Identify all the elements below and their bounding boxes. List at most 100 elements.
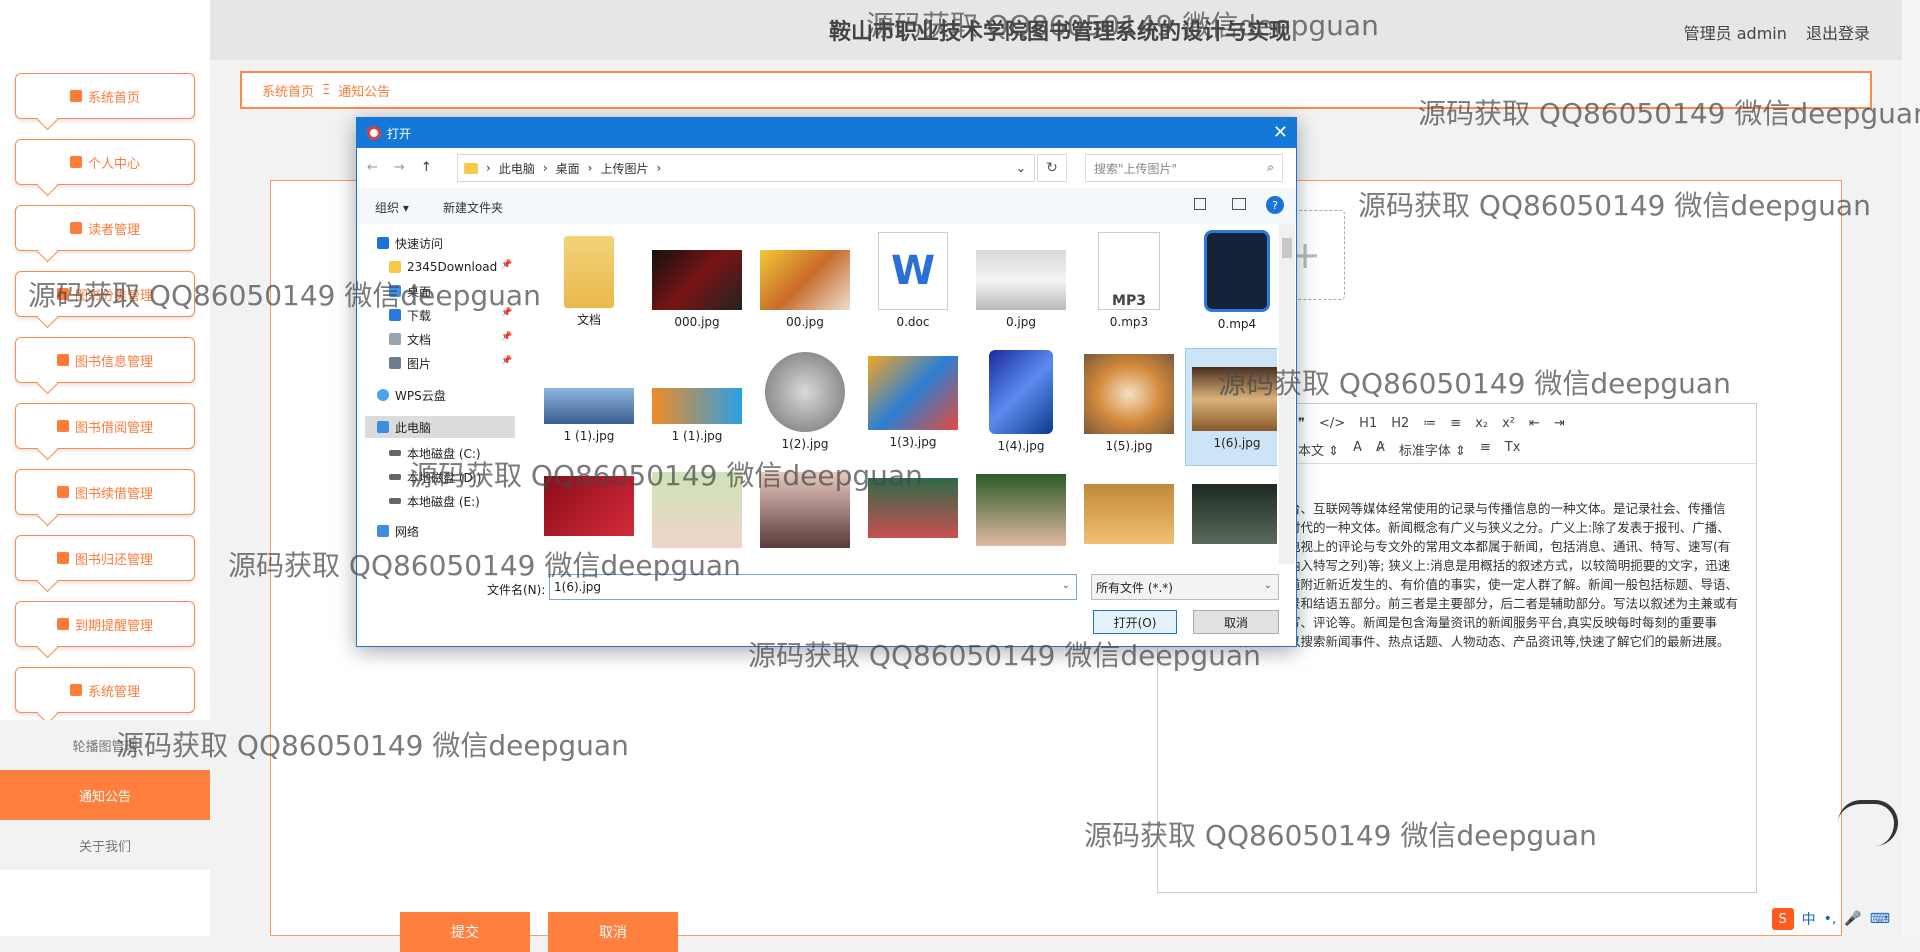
grid-icon [56, 618, 69, 630]
file-tile[interactable]: 1(2).jpg [753, 348, 857, 466]
up-arrow-icon[interactable]: ↑ [421, 160, 432, 175]
nav-drive-d[interactable]: 本地磁盘 (D:) [389, 466, 481, 488]
sidebar-item-book-category[interactable]: 图书分类管理 [15, 271, 195, 317]
dialog-titlebar[interactable]: 打开 ✕ [357, 118, 1296, 148]
file-tile[interactable]: W 0.doc [861, 228, 965, 346]
microphone-icon[interactable]: 🎤 [1844, 911, 1861, 927]
submit-button[interactable]: 提交 [400, 912, 530, 952]
bullet-list-button[interactable]: ≡ [1450, 416, 1461, 431]
ordered-list-button[interactable]: ≔ [1423, 416, 1436, 431]
file-tile[interactable]: 00.jpg [753, 228, 857, 346]
superscript-button[interactable]: x² [1502, 416, 1515, 431]
align-button[interactable]: ≡ [1480, 440, 1491, 459]
close-icon[interactable]: ✕ [1273, 122, 1288, 143]
file-tile[interactable]: MP3 0.mp3 [1077, 228, 1181, 346]
organize-button[interactable]: 组织 ▾ [375, 199, 409, 216]
video-file-icon [1204, 230, 1270, 312]
sidebar-item-readers[interactable]: 读者管理 [15, 205, 195, 251]
path-segment[interactable]: 桌面 [556, 160, 580, 177]
file-tile[interactable] [1185, 468, 1277, 568]
file-tile[interactable] [861, 468, 965, 568]
file-tile[interactable]: 1 (1).jpg [645, 348, 749, 466]
file-tile-selected[interactable]: 1(6).jpg [1185, 348, 1277, 466]
background-color-button[interactable]: A̷ [1376, 440, 1385, 459]
file-tile[interactable] [969, 468, 1073, 568]
font-color-button[interactable]: A [1353, 440, 1362, 459]
ime-punctuation-indicator[interactable]: •, [1824, 911, 1837, 927]
outdent-button[interactable]: ⇤ [1529, 416, 1540, 431]
open-button[interactable]: 打开(O) [1093, 610, 1177, 634]
file-tile[interactable]: 1(5).jpg [1077, 348, 1181, 466]
chevron-down-icon[interactable]: ⌄ [1062, 580, 1070, 591]
filetype-select[interactable]: 所有文件 (*.*) ⌄ [1091, 574, 1279, 600]
file-tile[interactable]: 000.jpg [645, 228, 749, 346]
keyboard-icon[interactable]: ⌨ [1870, 911, 1890, 927]
nav-desktop[interactable]: 桌面 [389, 280, 431, 302]
cancel-button[interactable]: 取消 [548, 912, 678, 952]
sidebar-item-book-info[interactable]: 图书信息管理 [15, 337, 195, 383]
path-segment[interactable]: 上传图片 [600, 160, 648, 177]
sidebar-item-system[interactable]: 系统管理 [15, 667, 195, 713]
ime-logo-icon[interactable]: S [1771, 908, 1794, 930]
preview-pane-icon[interactable] [1232, 198, 1246, 210]
nav-network[interactable]: 网络 [377, 520, 419, 542]
editor-content[interactable]: 台、电视台、互联网等媒体经常使用的记录与传播信息的一种文体。是记录社会、传播信息… [1238, 499, 1738, 651]
help-icon[interactable]: ? [1266, 196, 1284, 214]
nav-drive-c[interactable]: 本地磁盘 (C:) [389, 442, 481, 464]
nav-wps-cloud[interactable]: WPS云盘 [377, 384, 446, 406]
scrollbar-thumb[interactable] [1282, 238, 1292, 258]
dialog-cancel-button[interactable]: 取消 [1193, 610, 1279, 634]
file-tile[interactable] [537, 468, 641, 568]
breadcrumb-home[interactable]: 系统首页 [262, 81, 314, 100]
file-tile[interactable]: 0.mp4 [1185, 228, 1277, 346]
nav-documents[interactable]: 文档 [389, 328, 431, 350]
sidebar-item-home[interactable]: 系统首页 [15, 73, 195, 119]
sidebar-item-profile[interactable]: 个人中心 [15, 139, 195, 185]
back-arrow-icon[interactable]: ← [367, 160, 378, 175]
sidebar-item-renew[interactable]: 图书续借管理 [15, 469, 195, 515]
ime-language-indicator[interactable]: 中 [1802, 909, 1816, 929]
chevron-down-icon[interactable]: ⌄ [1016, 161, 1026, 175]
forward-arrow-icon[interactable]: → [394, 160, 405, 175]
file-tile[interactable]: 0.jpg [969, 228, 1073, 346]
nav-drive-e[interactable]: 本地磁盘 (E:) [389, 490, 480, 512]
file-tile[interactable]: 1(3).jpg [861, 348, 965, 466]
nav-downloads[interactable]: 下载 [389, 304, 431, 326]
file-tile[interactable] [1077, 468, 1181, 568]
nav-this-pc[interactable]: 此电脑 [365, 416, 515, 438]
nav-2345download[interactable]: 2345Download [389, 256, 497, 278]
file-tile[interactable] [645, 468, 749, 568]
h2-button[interactable]: H2 [1391, 416, 1409, 431]
sidebar-item-return[interactable]: 图书归还管理 [15, 535, 195, 581]
sidebar-subitem-notice[interactable]: 通知公告 [0, 770, 210, 820]
h1-button[interactable]: H1 [1359, 416, 1377, 431]
new-folder-button[interactable]: 新建文件夹 [443, 199, 503, 216]
subscript-button[interactable]: x₂ [1475, 416, 1488, 431]
sidebar-subitem-about[interactable]: 关于我们 [0, 820, 210, 870]
size-select[interactable]: 本文 ⇕ [1298, 440, 1339, 459]
nav-pictures[interactable]: 图片 [389, 352, 431, 374]
file-tile[interactable]: 1 (1).jpg [537, 348, 641, 466]
search-icon[interactable]: ⌕ [1267, 160, 1274, 175]
clear-format-button[interactable]: Tx [1505, 440, 1521, 459]
font-family-select[interactable]: 标准字体 ⇕ [1399, 440, 1466, 459]
indent-button[interactable]: ⇥ [1554, 416, 1565, 431]
page-scrollbar[interactable] [1902, 0, 1920, 936]
nav-quick-access[interactable]: 快速访问 [377, 232, 443, 254]
file-tile[interactable] [753, 468, 857, 568]
filename-input[interactable]: 1(6).jpg ⌄ [549, 574, 1077, 600]
sidebar-item-borrow[interactable]: 图书借阅管理 [15, 403, 195, 449]
path-box[interactable]: › 此电脑 › 桌面 › 上传图片 › ⌄ [457, 154, 1035, 182]
file-tile[interactable]: 文档 [537, 228, 641, 346]
code-button[interactable]: </> [1319, 416, 1345, 431]
refresh-icon[interactable]: ↻ [1037, 154, 1067, 182]
sidebar-item-reminder[interactable]: 到期提醒管理 [15, 601, 195, 647]
file-tile[interactable]: 1(4).jpg [969, 348, 1073, 466]
blockquote-button[interactable]: ❞ [1298, 416, 1305, 431]
search-input[interactable]: 搜索"上传图片" ⌕ [1085, 154, 1283, 182]
logout-link[interactable]: 退出登录 [1806, 24, 1870, 43]
file-grid-scrollbar[interactable] [1279, 224, 1295, 564]
sidebar-subitem-carousel[interactable]: 轮播图管理 [0, 720, 210, 770]
path-segment[interactable]: 此电脑 [499, 160, 535, 177]
view-mode-icon[interactable] [1194, 198, 1206, 210]
